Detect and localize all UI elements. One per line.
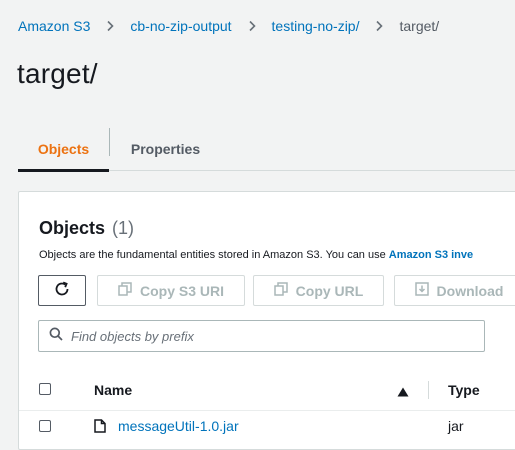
copy-url-label: Copy URL (295, 282, 364, 299)
table-row: messageUtil-1.0.jar jar (19, 410, 515, 442)
file-icon (94, 419, 106, 438)
description-link[interactable]: Amazon S3 inve (389, 249, 473, 261)
object-name-link[interactable]: messageUtil-1.0.jar (118, 418, 239, 434)
tab-bar: Objects Properties (18, 128, 515, 172)
breadcrumb-link-amazon-s3[interactable]: Amazon S3 (18, 18, 90, 34)
sort-ascending-icon[interactable] (397, 384, 409, 402)
download-label: Download (436, 282, 504, 299)
row-checkbox[interactable] (39, 420, 51, 432)
download-button[interactable]: Download (394, 275, 515, 306)
refresh-button[interactable] (38, 275, 86, 306)
search-icon (49, 327, 63, 346)
chevron-right-icon (373, 20, 385, 32)
search-input[interactable] (71, 328, 451, 344)
description-text: Objects are the fundamental entities sto… (39, 249, 389, 261)
panel-title: Objects (1) (39, 218, 134, 239)
tab-objects[interactable]: Objects (18, 128, 109, 172)
download-icon (414, 282, 429, 299)
object-count: (1) (112, 218, 135, 238)
copy-icon (273, 282, 288, 299)
column-divider[interactable] (428, 381, 429, 399)
breadcrumb-current: target/ (399, 18, 440, 34)
table-header: Name Type (19, 370, 515, 411)
objects-panel: Objects (1) Objects are the fundamental … (18, 191, 515, 450)
object-type: jar (448, 418, 464, 434)
page-title: target/ (17, 58, 98, 89)
copy-s3-uri-button[interactable]: Copy S3 URI (97, 275, 245, 306)
chevron-right-icon (104, 20, 116, 32)
breadcrumb: Amazon S3 cb-no-zip-output testing-no-zi… (18, 16, 439, 36)
tab-properties[interactable]: Properties (110, 128, 221, 170)
column-header-name[interactable]: Name (94, 382, 132, 398)
copy-s3-uri-label: Copy S3 URI (139, 282, 224, 299)
copy-icon (118, 282, 132, 299)
copy-url-button[interactable]: Copy URL (253, 275, 384, 306)
breadcrumb-link-folder[interactable]: testing-no-zip/ (272, 18, 360, 34)
chevron-right-icon (246, 20, 258, 32)
select-all-checkbox[interactable] (39, 383, 51, 395)
refresh-icon (53, 280, 71, 301)
column-header-type[interactable]: Type (448, 382, 480, 398)
panel-title-text: Objects (39, 218, 106, 238)
breadcrumb-link-bucket[interactable]: cb-no-zip-output (130, 18, 231, 34)
search-field (38, 320, 485, 352)
panel-description: Objects are the fundamental entities sto… (39, 249, 473, 261)
